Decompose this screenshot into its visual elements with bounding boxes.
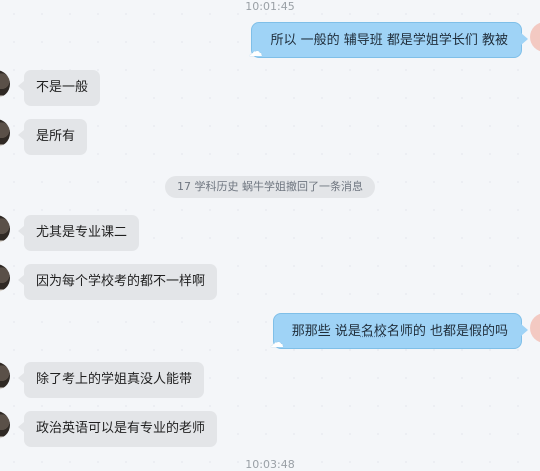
contact-avatar[interactable] <box>0 70 10 98</box>
contact-avatar[interactable] <box>0 411 10 439</box>
message-row-other: 因为每个学校考的都不一样啊 <box>0 264 540 300</box>
message-bubble-other[interactable]: 尤其是专业课二 <box>24 215 139 251</box>
message-bubble-other[interactable]: 政治英语可以是有专业的老师 <box>24 411 217 447</box>
message-row-self: ☁ 那那些 说是名校名师的 也都是假的吗 <box>0 313 540 349</box>
message-row-other: 不是一般 <box>0 70 540 106</box>
message-row-other: 尤其是专业课二 <box>0 215 540 251</box>
cloud-icon: ☁ <box>270 336 284 350</box>
message-text: 是所有 <box>36 129 75 144</box>
cloud-icon: ☁ <box>248 45 262 59</box>
contact-avatar[interactable] <box>0 264 10 292</box>
contact-avatar[interactable] <box>0 119 10 147</box>
highlighted-keyword[interactable]: 名校 <box>361 324 387 339</box>
message-row-other: 政治英语可以是有专业的老师 <box>0 411 540 447</box>
self-avatar[interactable] <box>530 313 540 343</box>
contact-avatar[interactable] <box>0 215 10 243</box>
message-text: 所以 一般的 辅导班 都是学姐学长们 教被 <box>270 33 508 48</box>
system-notice: 17 学科历史 蜗牛学姐撤回了一条消息 <box>0 175 540 197</box>
message-text: 政治英语可以是有专业的老师 <box>36 421 205 436</box>
message-bubble-self[interactable]: ☁ 那那些 说是名校名师的 也都是假的吗 <box>273 313 522 349</box>
timestamp-top: 10:01:45 <box>0 0 540 13</box>
message-row-other: 除了考上的学姐真没人能带 <box>0 362 540 398</box>
recall-notice: 17 学科历史 蜗牛学姐撤回了一条消息 <box>165 176 375 198</box>
message-text: 不是一般 <box>36 80 88 95</box>
message-text: 因为每个学校考的都不一样啊 <box>36 274 205 289</box>
chat-area[interactable]: 10:01:45 ☁ 所以 一般的 辅导班 都是学姐学长们 教被 不是一般 是所… <box>0 0 540 467</box>
message-text-prefix: 那那些 说是 <box>292 324 361 339</box>
message-bubble-other[interactable]: 除了考上的学姐真没人能带 <box>24 362 204 398</box>
message-text-suffix: 名师的 也都是假的吗 <box>387 324 508 339</box>
timestamp-bottom: 10:03:48 <box>0 458 540 471</box>
message-bubble-self[interactable]: ☁ 所以 一般的 辅导班 都是学姐学长们 教被 <box>251 22 522 58</box>
message-row-self: ☁ 所以 一般的 辅导班 都是学姐学长们 教被 <box>0 22 540 58</box>
message-bubble-other[interactable]: 因为每个学校考的都不一样啊 <box>24 264 217 300</box>
message-text: 尤其是专业课二 <box>36 225 127 240</box>
self-avatar[interactable] <box>530 22 540 52</box>
message-bubble-other[interactable]: 不是一般 <box>24 70 100 106</box>
message-bubble-other[interactable]: 是所有 <box>24 119 87 155</box>
message-row-other: 是所有 <box>0 119 540 155</box>
message-text: 除了考上的学姐真没人能带 <box>36 372 192 387</box>
contact-avatar[interactable] <box>0 362 10 390</box>
